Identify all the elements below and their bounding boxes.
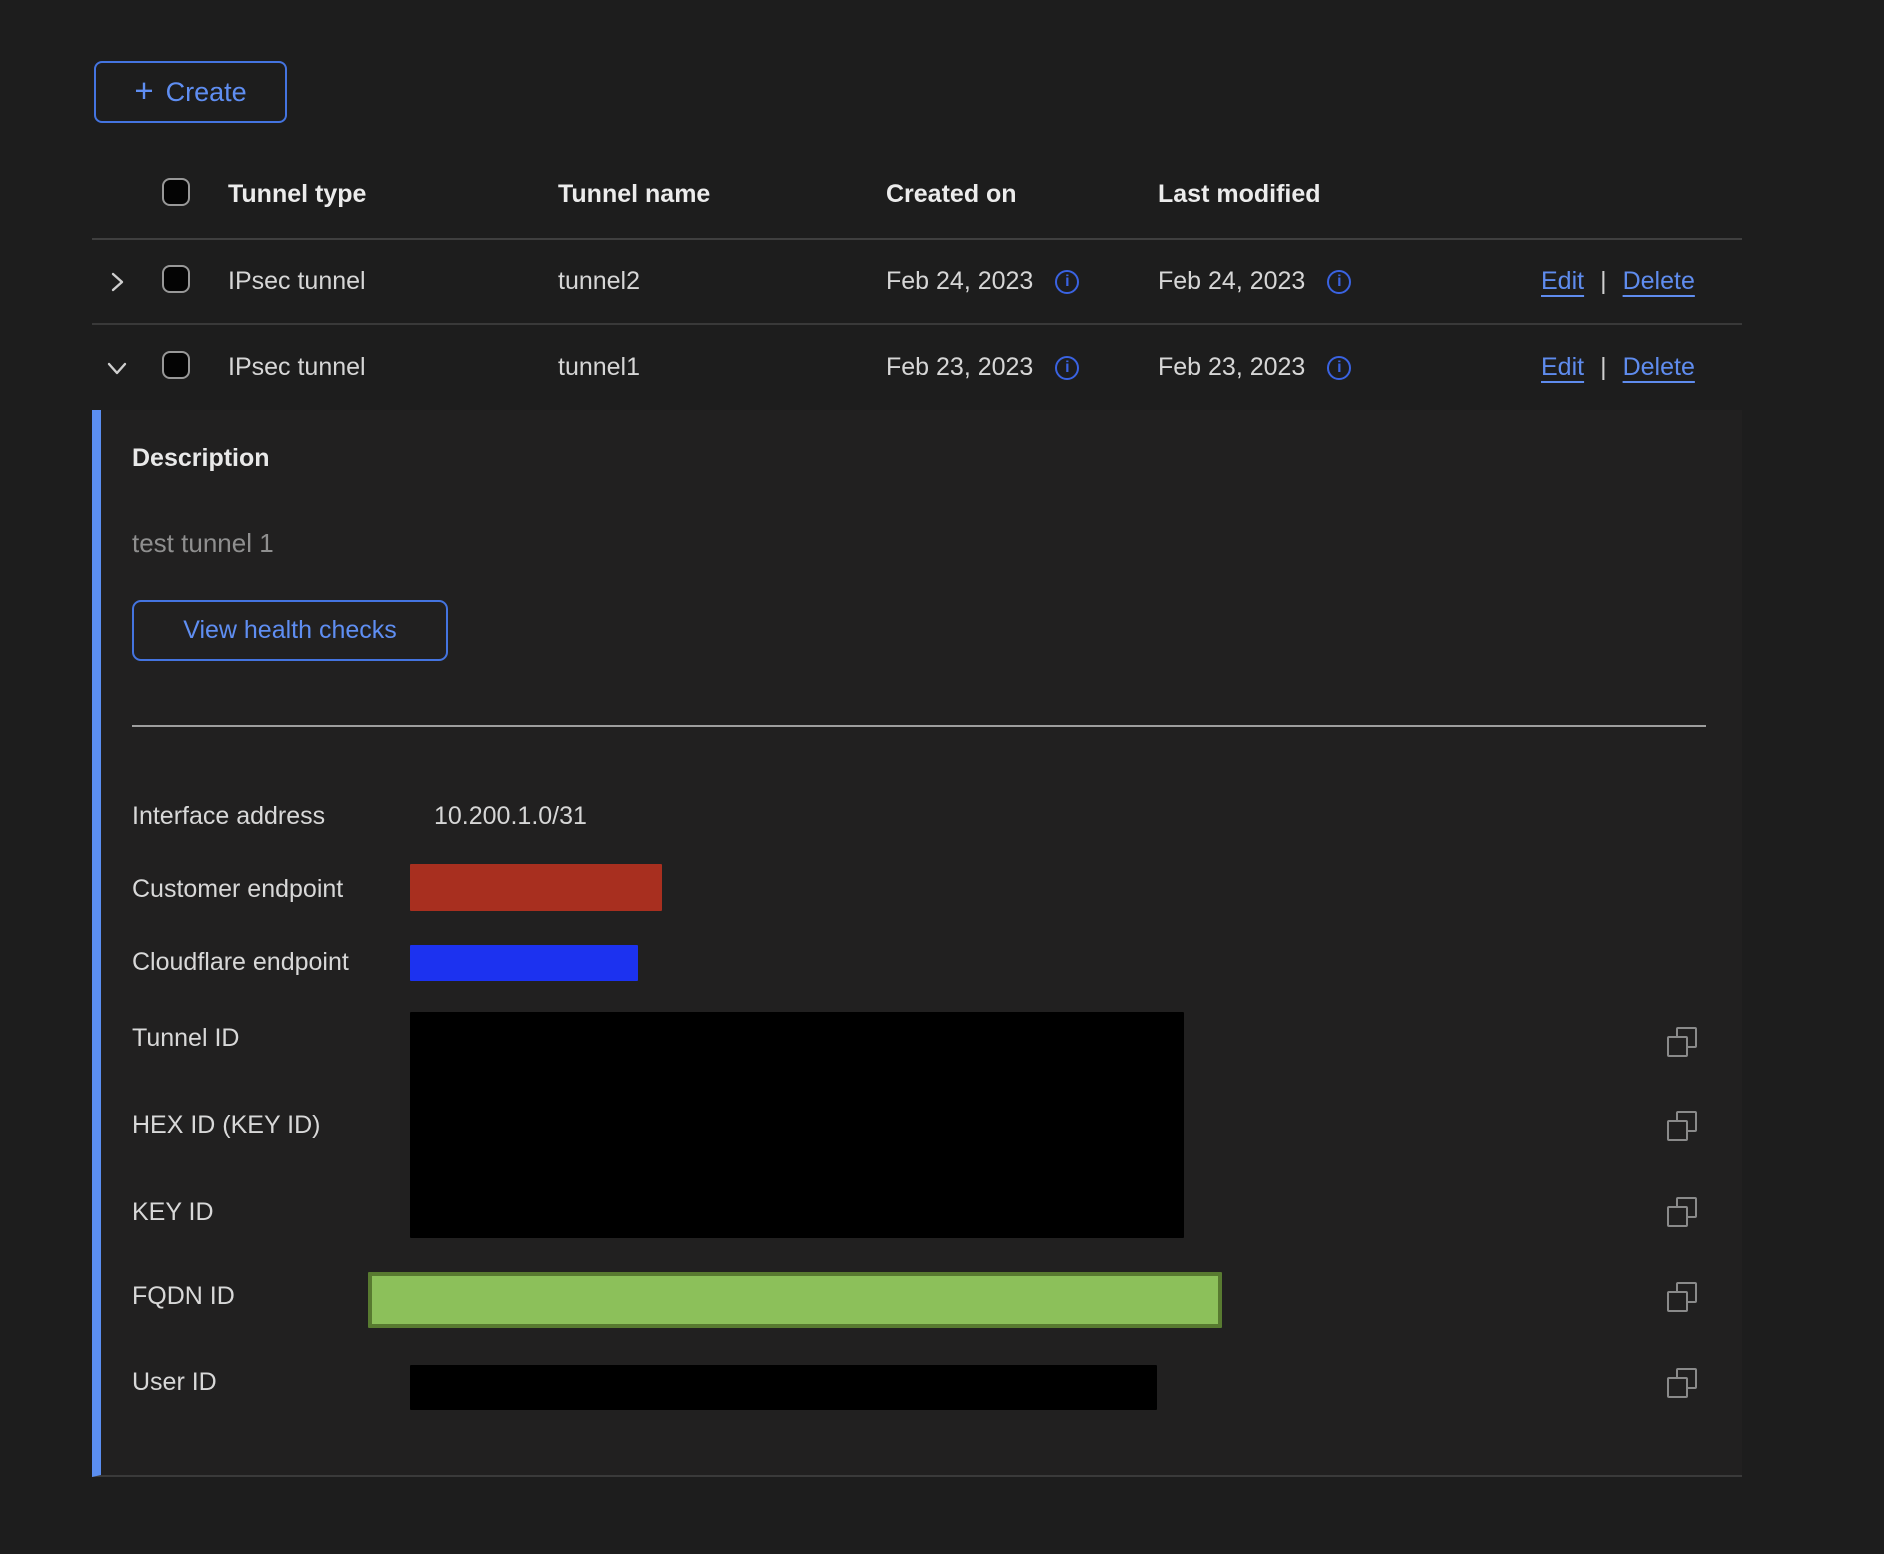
expand-row-button[interactable] bbox=[92, 269, 162, 295]
actions-separator: | bbox=[1600, 353, 1607, 382]
copy-icon[interactable] bbox=[1667, 1197, 1697, 1227]
ids-redacted-values bbox=[410, 1012, 1184, 1238]
fqdn-id-redacted-value bbox=[368, 1272, 1222, 1328]
created-on-cell: Feb 24, 2023 bbox=[886, 267, 1033, 296]
copy-icon[interactable] bbox=[1667, 1368, 1697, 1398]
column-header-tunnel-name: Tunnel name bbox=[558, 180, 886, 209]
tunnel-name-cell: tunnel1 bbox=[558, 353, 886, 382]
panel-divider bbox=[132, 725, 1706, 727]
column-header-created-on: Created on bbox=[886, 180, 1158, 209]
last-modified-cell: Feb 23, 2023 bbox=[1158, 353, 1305, 382]
interface-address-label: Interface address bbox=[132, 800, 325, 832]
create-button-label: Create bbox=[166, 77, 247, 108]
column-header-tunnel-type: Tunnel type bbox=[228, 180, 558, 209]
chevron-right-icon bbox=[104, 269, 130, 295]
customer-endpoint-redacted-value bbox=[410, 864, 662, 911]
last-modified-cell: Feb 24, 2023 bbox=[1158, 267, 1305, 296]
tunnel-type-cell: IPsec tunnel bbox=[228, 353, 558, 382]
created-on-cell: Feb 23, 2023 bbox=[886, 353, 1033, 382]
info-icon[interactable] bbox=[1055, 356, 1079, 380]
user-id-label: User ID bbox=[132, 1366, 217, 1398]
edit-link[interactable]: Edit bbox=[1541, 267, 1584, 296]
tunnel-id-label: Tunnel ID bbox=[132, 1022, 239, 1054]
view-health-checks-button[interactable]: View health checks bbox=[132, 600, 448, 661]
tunnels-table: Tunnel type Tunnel name Created on Last … bbox=[92, 150, 1742, 410]
fqdn-id-label: FQDN ID bbox=[132, 1280, 235, 1312]
info-icon[interactable] bbox=[1327, 270, 1351, 294]
user-id-redacted-value bbox=[410, 1365, 1157, 1410]
tunnel-detail-panel: Description test tunnel 1 View health ch… bbox=[92, 410, 1742, 1477]
table-row: IPsec tunnel tunnel1 Feb 23, 2023 Feb 23… bbox=[92, 325, 1742, 410]
plus-icon: + bbox=[134, 74, 153, 107]
row-checkbox[interactable] bbox=[162, 351, 190, 379]
customer-endpoint-label: Customer endpoint bbox=[132, 873, 343, 905]
select-all-checkbox[interactable] bbox=[162, 178, 190, 206]
table-row: IPsec tunnel tunnel2 Feb 24, 2023 Feb 24… bbox=[92, 240, 1742, 325]
cloudflare-endpoint-label: Cloudflare endpoint bbox=[132, 946, 349, 978]
column-header-last-modified: Last modified bbox=[1158, 180, 1541, 209]
interface-address-value: 10.200.1.0/31 bbox=[434, 800, 587, 832]
info-icon[interactable] bbox=[1055, 270, 1079, 294]
copy-icon[interactable] bbox=[1667, 1111, 1697, 1141]
info-icon[interactable] bbox=[1327, 356, 1351, 380]
copy-icon[interactable] bbox=[1667, 1027, 1697, 1057]
description-text: test tunnel 1 bbox=[132, 528, 274, 559]
create-button[interactable]: + Create bbox=[94, 61, 287, 123]
collapse-row-button[interactable] bbox=[92, 355, 162, 381]
table-header-row: Tunnel type Tunnel name Created on Last … bbox=[92, 150, 1742, 240]
key-id-label: KEY ID bbox=[132, 1196, 214, 1228]
chevron-down-icon bbox=[104, 355, 130, 381]
tunnel-name-cell: tunnel2 bbox=[558, 267, 886, 296]
delete-link[interactable]: Delete bbox=[1623, 267, 1695, 296]
actions-separator: | bbox=[1600, 267, 1607, 296]
row-checkbox[interactable] bbox=[162, 265, 190, 293]
cloudflare-endpoint-redacted-value bbox=[410, 945, 638, 981]
delete-link[interactable]: Delete bbox=[1623, 353, 1695, 382]
tunnel-type-cell: IPsec tunnel bbox=[228, 267, 558, 296]
view-health-checks-label: View health checks bbox=[183, 616, 397, 645]
copy-icon[interactable] bbox=[1667, 1282, 1697, 1312]
edit-link[interactable]: Edit bbox=[1541, 353, 1584, 382]
description-label: Description bbox=[132, 444, 270, 473]
hex-id-label: HEX ID (KEY ID) bbox=[132, 1109, 320, 1141]
